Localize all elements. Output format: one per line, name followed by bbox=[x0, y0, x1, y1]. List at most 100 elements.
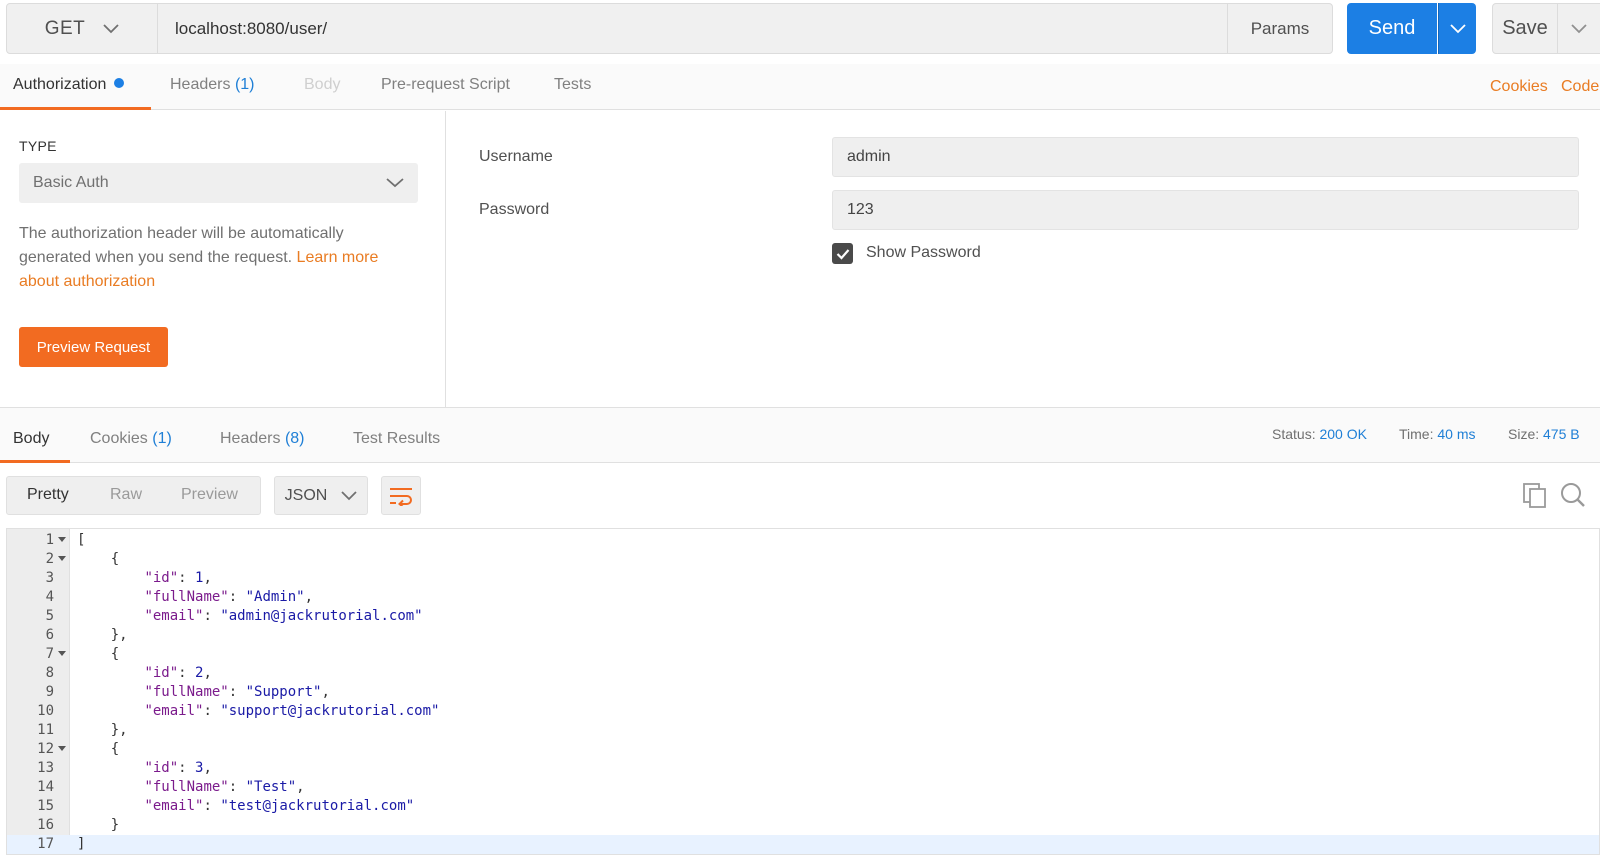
send-label: Send bbox=[1368, 17, 1416, 39]
wrap-lines-icon bbox=[390, 487, 412, 506]
code-line: 11 }, bbox=[7, 721, 1599, 740]
language-value: JSON bbox=[284, 486, 328, 504]
tab-pre-request-script[interactable]: Pre-request Script bbox=[381, 76, 510, 94]
line-number: 6 bbox=[45, 627, 54, 643]
cookies-link[interactable]: Cookies bbox=[1490, 78, 1548, 96]
code-text: "id": 3, bbox=[144, 760, 212, 776]
save-button[interactable]: Save bbox=[1492, 3, 1558, 54]
search-icon bbox=[1561, 483, 1585, 507]
code-text: ] bbox=[77, 836, 86, 852]
chevron-down-icon bbox=[1449, 23, 1466, 33]
chevron-down-icon bbox=[386, 178, 404, 188]
fold-toggle-icon[interactable] bbox=[58, 746, 66, 751]
response-time: Time: 40 ms bbox=[1399, 426, 1476, 442]
line-number: 11 bbox=[37, 722, 54, 738]
params-button[interactable]: Params bbox=[1227, 3, 1333, 54]
copy-icon bbox=[1523, 483, 1546, 508]
password-field[interactable]: 123 bbox=[832, 190, 1579, 230]
line-number: 1 bbox=[45, 532, 54, 548]
password-label: Password bbox=[479, 201, 550, 218]
code-text: "id": 2, bbox=[144, 665, 212, 681]
url-value: localhost:8080/user/ bbox=[175, 18, 328, 38]
line-number: 17 bbox=[37, 836, 54, 852]
code-text: "email": "support@jackrutorial.com" bbox=[144, 703, 440, 719]
tab-tests[interactable]: Tests bbox=[554, 76, 591, 94]
wrap-lines-button[interactable] bbox=[381, 476, 421, 515]
tab-test-results[interactable]: Test Results bbox=[353, 430, 440, 448]
line-number: 10 bbox=[37, 703, 54, 719]
send-button[interactable]: Send bbox=[1347, 3, 1437, 54]
tab-response-cookies[interactable]: Cookies (1) bbox=[90, 430, 172, 448]
line-number: 16 bbox=[37, 817, 54, 833]
fold-toggle-icon[interactable] bbox=[58, 537, 66, 542]
tab-headers-label: Headers bbox=[170, 76, 231, 93]
chevron-down-icon bbox=[103, 23, 119, 33]
auth-description: The authorization header will be automat… bbox=[19, 222, 419, 294]
auth-type-value: Basic Auth bbox=[33, 174, 109, 191]
password-value: 123 bbox=[847, 201, 874, 218]
save-options-button[interactable] bbox=[1558, 3, 1600, 54]
auth-type-label: TYPE bbox=[19, 138, 57, 154]
code-link-label: Code bbox=[1561, 78, 1600, 95]
tab-response-body-label: Body bbox=[13, 430, 50, 447]
code-link[interactable]: Code bbox=[1561, 78, 1599, 96]
tab-response-headers-label: Headers bbox=[220, 430, 281, 447]
code-line: 15 "email": "test@jackrutorial.com" bbox=[7, 797, 1599, 816]
method-label: GET bbox=[44, 17, 86, 39]
code-line: 4 "fullName": "Admin", bbox=[7, 588, 1599, 607]
line-number: 2 bbox=[45, 551, 54, 567]
fold-toggle-icon[interactable] bbox=[58, 651, 66, 656]
chevron-down-icon bbox=[341, 490, 357, 500]
line-number: 15 bbox=[37, 798, 54, 814]
format-raw-button[interactable]: Raw bbox=[110, 486, 142, 504]
language-select[interactable]: JSON bbox=[274, 476, 368, 515]
size-label: Size: bbox=[1508, 426, 1540, 442]
line-number: 4 bbox=[45, 589, 54, 605]
size-value: 475 B bbox=[1543, 426, 1580, 442]
status-label: Status: bbox=[1272, 426, 1316, 442]
tab-headers-count: (1) bbox=[234, 76, 255, 93]
username-field[interactable]: admin bbox=[832, 137, 1579, 177]
checkmark-icon bbox=[836, 248, 849, 260]
status-value: 200 OK bbox=[1319, 426, 1367, 442]
show-password-label: Show Password bbox=[866, 244, 981, 261]
auth-type-select[interactable]: Basic Auth bbox=[19, 163, 418, 203]
copy-button[interactable] bbox=[1523, 483, 1547, 514]
code-text: "email": "admin@jackrutorial.com" bbox=[144, 608, 423, 624]
code-line: 1[ bbox=[7, 531, 1599, 550]
format-pretty-button[interactable]: Pretty bbox=[27, 486, 69, 504]
code-line: 12 { bbox=[7, 740, 1599, 759]
code-text: { bbox=[77, 646, 120, 662]
modified-dot-icon bbox=[114, 78, 125, 88]
tab-response-headers[interactable]: Headers (8) bbox=[220, 430, 305, 448]
line-number: 9 bbox=[45, 684, 54, 700]
method-select[interactable]: GET bbox=[6, 3, 158, 54]
code-text: }, bbox=[77, 722, 128, 738]
tab-body-label: Body bbox=[304, 76, 341, 93]
preview-request-button[interactable]: Preview Request bbox=[19, 327, 168, 367]
code-line: 3 "id": 1, bbox=[7, 569, 1599, 588]
tab-response-cookies-count: (1) bbox=[152, 430, 172, 447]
code-line: 13 "id": 3, bbox=[7, 759, 1599, 778]
code-text: } bbox=[77, 817, 120, 833]
auth-description-text: The authorization header will be automat… bbox=[19, 225, 344, 266]
format-preview-button[interactable]: Preview bbox=[181, 486, 238, 504]
fold-toggle-icon[interactable] bbox=[58, 556, 66, 561]
show-password-checkbox[interactable] bbox=[832, 243, 853, 264]
username-label: Username bbox=[479, 148, 553, 165]
search-button[interactable] bbox=[1560, 482, 1586, 513]
code-text: "fullName": "Test", bbox=[144, 779, 305, 795]
line-number: 13 bbox=[37, 760, 54, 776]
tab-headers[interactable]: Headers (1) bbox=[170, 76, 255, 94]
send-options-button[interactable] bbox=[1438, 3, 1476, 54]
tab-response-cookies-label: Cookies bbox=[90, 430, 148, 447]
line-number: 12 bbox=[37, 741, 54, 757]
tab-response-body[interactable]: Body bbox=[13, 430, 49, 448]
save-label: Save bbox=[1502, 17, 1548, 39]
tab-authorization[interactable]: Authorization bbox=[13, 76, 125, 94]
url-input[interactable]: localhost:8080/user/ bbox=[158, 3, 1227, 54]
code-line: 2 { bbox=[7, 550, 1599, 569]
tab-body[interactable]: Body bbox=[304, 76, 340, 94]
preview-request-label: Preview Request bbox=[36, 338, 151, 356]
response-body-editor[interactable]: 1[2 {3 "id": 1, 4 "fullName": "Admin", 5 "… bbox=[6, 528, 1600, 855]
